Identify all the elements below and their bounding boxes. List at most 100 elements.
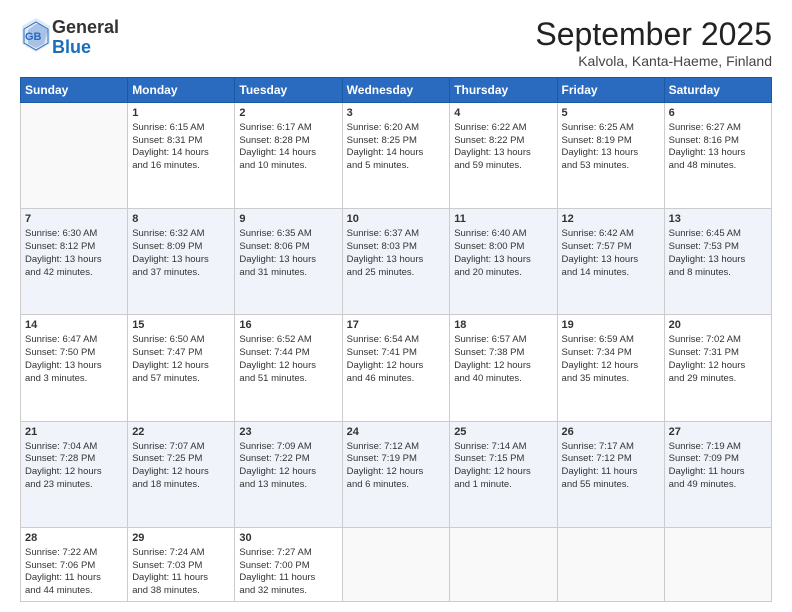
sunrise-text: Sunrise: 6:59 AM xyxy=(562,334,660,347)
sunset-text: Sunset: 8:28 PM xyxy=(239,135,337,148)
daylight-text: and 57 minutes. xyxy=(132,373,230,386)
table-row: 13Sunrise: 6:45 AMSunset: 7:53 PMDayligh… xyxy=(664,209,771,315)
daylight-text: and 1 minute. xyxy=(454,479,552,492)
calendar-week-row: 14Sunrise: 6:47 AMSunset: 7:50 PMDayligh… xyxy=(21,315,772,421)
daylight-text: Daylight: 14 hours xyxy=(132,147,230,160)
daylight-text: and 14 minutes. xyxy=(562,267,660,280)
sunrise-text: Sunrise: 7:27 AM xyxy=(239,547,337,560)
logo-icon: GB xyxy=(20,16,52,54)
calendar-header-row: Sunday Monday Tuesday Wednesday Thursday… xyxy=(21,78,772,103)
sunrise-text: Sunrise: 6:52 AM xyxy=(239,334,337,347)
sunrise-text: Sunrise: 7:09 AM xyxy=(239,441,337,454)
table-row: 27Sunrise: 7:19 AMSunset: 7:09 PMDayligh… xyxy=(664,421,771,527)
day-number: 9 xyxy=(239,212,337,227)
table-row: 30Sunrise: 7:27 AMSunset: 7:00 PMDayligh… xyxy=(235,527,342,601)
daylight-text: and 38 minutes. xyxy=(132,585,230,598)
sunset-text: Sunset: 7:03 PM xyxy=(132,560,230,573)
table-row: 4Sunrise: 6:22 AMSunset: 8:22 PMDaylight… xyxy=(450,103,557,209)
sunrise-text: Sunrise: 6:30 AM xyxy=(25,228,123,241)
daylight-text: Daylight: 13 hours xyxy=(454,254,552,267)
table-row: 23Sunrise: 7:09 AMSunset: 7:22 PMDayligh… xyxy=(235,421,342,527)
table-row: 26Sunrise: 7:17 AMSunset: 7:12 PMDayligh… xyxy=(557,421,664,527)
sunset-text: Sunset: 7:34 PM xyxy=(562,347,660,360)
daylight-text: Daylight: 13 hours xyxy=(669,254,767,267)
sunset-text: Sunset: 8:31 PM xyxy=(132,135,230,148)
day-number: 27 xyxy=(669,425,767,440)
daylight-text: Daylight: 12 hours xyxy=(132,360,230,373)
daylight-text: and 48 minutes. xyxy=(669,160,767,173)
sunset-text: Sunset: 7:28 PM xyxy=(25,453,123,466)
day-number: 25 xyxy=(454,425,552,440)
logo-blue: Blue xyxy=(52,37,91,57)
table-row: 1Sunrise: 6:15 AMSunset: 8:31 PMDaylight… xyxy=(128,103,235,209)
table-row: 17Sunrise: 6:54 AMSunset: 7:41 PMDayligh… xyxy=(342,315,450,421)
daylight-text: and 31 minutes. xyxy=(239,267,337,280)
daylight-text: and 18 minutes. xyxy=(132,479,230,492)
daylight-text: and 42 minutes. xyxy=(25,267,123,280)
day-number: 24 xyxy=(347,425,446,440)
table-row: 20Sunrise: 7:02 AMSunset: 7:31 PMDayligh… xyxy=(664,315,771,421)
daylight-text: Daylight: 13 hours xyxy=(454,147,552,160)
daylight-text: and 59 minutes. xyxy=(454,160,552,173)
sunset-text: Sunset: 7:53 PM xyxy=(669,241,767,254)
sunset-text: Sunset: 7:00 PM xyxy=(239,560,337,573)
daylight-text: Daylight: 11 hours xyxy=(669,466,767,479)
sunset-text: Sunset: 7:44 PM xyxy=(239,347,337,360)
sunrise-text: Sunrise: 6:40 AM xyxy=(454,228,552,241)
sunrise-text: Sunrise: 6:15 AM xyxy=(132,122,230,135)
table-row xyxy=(557,527,664,601)
day-number: 16 xyxy=(239,318,337,333)
sunrise-text: Sunrise: 6:35 AM xyxy=(239,228,337,241)
table-row xyxy=(21,103,128,209)
col-wednesday: Wednesday xyxy=(342,78,450,103)
sunrise-text: Sunrise: 6:20 AM xyxy=(347,122,446,135)
col-sunday: Sunday xyxy=(21,78,128,103)
sunset-text: Sunset: 8:03 PM xyxy=(347,241,446,254)
header: GB General Blue September 2025 Kalvola, … xyxy=(20,16,772,69)
daylight-text: Daylight: 11 hours xyxy=(132,572,230,585)
sunrise-text: Sunrise: 6:37 AM xyxy=(347,228,446,241)
sunset-text: Sunset: 7:47 PM xyxy=(132,347,230,360)
table-row: 6Sunrise: 6:27 AMSunset: 8:16 PMDaylight… xyxy=(664,103,771,209)
daylight-text: Daylight: 11 hours xyxy=(25,572,123,585)
daylight-text: Daylight: 13 hours xyxy=(25,360,123,373)
daylight-text: Daylight: 13 hours xyxy=(132,254,230,267)
daylight-text: and 37 minutes. xyxy=(132,267,230,280)
location: Kalvola, Kanta-Haeme, Finland xyxy=(535,53,772,69)
sunset-text: Sunset: 7:38 PM xyxy=(454,347,552,360)
daylight-text: and 5 minutes. xyxy=(347,160,446,173)
day-number: 2 xyxy=(239,106,337,121)
day-number: 26 xyxy=(562,425,660,440)
sunrise-text: Sunrise: 6:50 AM xyxy=(132,334,230,347)
sunrise-text: Sunrise: 6:25 AM xyxy=(562,122,660,135)
daylight-text: Daylight: 12 hours xyxy=(132,466,230,479)
daylight-text: and 10 minutes. xyxy=(239,160,337,173)
table-row: 29Sunrise: 7:24 AMSunset: 7:03 PMDayligh… xyxy=(128,527,235,601)
table-row: 16Sunrise: 6:52 AMSunset: 7:44 PMDayligh… xyxy=(235,315,342,421)
col-tuesday: Tuesday xyxy=(235,78,342,103)
daylight-text: Daylight: 12 hours xyxy=(239,466,337,479)
sunset-text: Sunset: 8:19 PM xyxy=(562,135,660,148)
daylight-text: and 35 minutes. xyxy=(562,373,660,386)
day-number: 5 xyxy=(562,106,660,121)
table-row: 18Sunrise: 6:57 AMSunset: 7:38 PMDayligh… xyxy=(450,315,557,421)
day-number: 29 xyxy=(132,531,230,546)
daylight-text: and 16 minutes. xyxy=(132,160,230,173)
sunset-text: Sunset: 7:22 PM xyxy=(239,453,337,466)
sunset-text: Sunset: 7:15 PM xyxy=(454,453,552,466)
sunset-text: Sunset: 7:25 PM xyxy=(132,453,230,466)
daylight-text: Daylight: 12 hours xyxy=(562,360,660,373)
day-number: 30 xyxy=(239,531,337,546)
sunset-text: Sunset: 7:57 PM xyxy=(562,241,660,254)
day-number: 6 xyxy=(669,106,767,121)
daylight-text: and 6 minutes. xyxy=(347,479,446,492)
table-row xyxy=(342,527,450,601)
sunrise-text: Sunrise: 6:57 AM xyxy=(454,334,552,347)
sunrise-text: Sunrise: 7:07 AM xyxy=(132,441,230,454)
sunset-text: Sunset: 8:22 PM xyxy=(454,135,552,148)
table-row: 19Sunrise: 6:59 AMSunset: 7:34 PMDayligh… xyxy=(557,315,664,421)
sunrise-text: Sunrise: 7:19 AM xyxy=(669,441,767,454)
logo-general: General xyxy=(52,17,119,37)
day-number: 7 xyxy=(25,212,123,227)
day-number: 19 xyxy=(562,318,660,333)
